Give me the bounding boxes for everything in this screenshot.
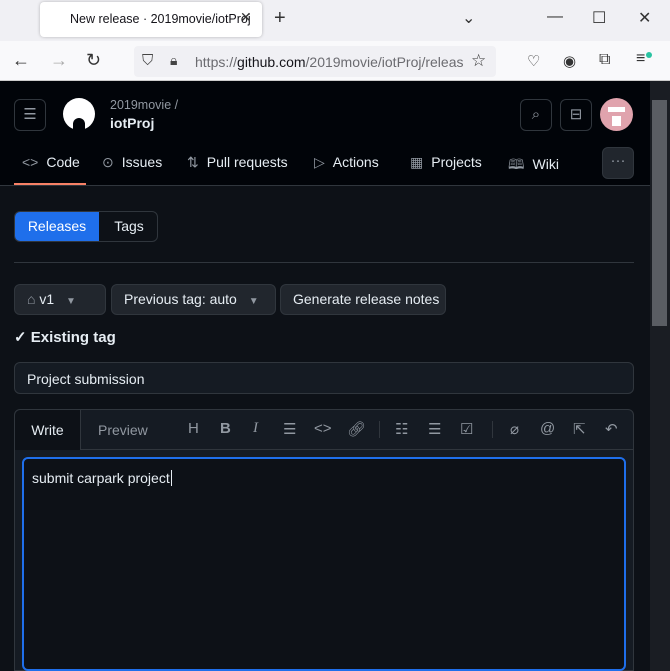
divider	[14, 262, 634, 263]
tag-select-button[interactable]: ⌂ v1 ▼	[14, 284, 106, 315]
italic-icon[interactable]: I	[253, 420, 258, 437]
quote-icon[interactable]: ☰	[283, 420, 296, 438]
url-path: /2019movie/iotProj/releases/new	[305, 54, 463, 70]
reload-icon[interactable]: ↻	[86, 50, 101, 71]
tab-actions[interactable]: ▷ Actions	[314, 154, 379, 171]
tab-label: Actions	[332, 154, 379, 170]
maximize-icon[interactable]: ☐	[592, 8, 606, 28]
scrollbar-thumb[interactable]	[652, 100, 667, 326]
extensions-icon[interactable]: ⧉	[599, 51, 610, 69]
tab-label: Wiki	[532, 156, 559, 172]
tab-label: Projects	[431, 154, 482, 170]
toolbar-separator	[492, 421, 493, 438]
unordered-list-icon[interactable]: ☰	[428, 420, 441, 438]
active-tab-underline	[14, 183, 86, 185]
tab-title: New release · 2019movie/iotProj	[70, 12, 251, 26]
tab-list-icon[interactable]: ⌄	[462, 8, 475, 28]
tag-status: ✓ Existing tag	[14, 328, 116, 346]
table-icon: ▦	[410, 154, 424, 170]
caret-down-icon: ▼	[66, 296, 76, 307]
tab-code[interactable]: <> Code	[22, 154, 80, 170]
code-icon: <>	[22, 154, 39, 170]
search-button[interactable]: ⌕	[520, 99, 552, 131]
tab-label: Pull requests	[206, 154, 288, 170]
toolbar-separator	[379, 421, 380, 438]
inbox-button[interactable]: ⊟	[560, 99, 592, 131]
repo-name-link[interactable]: iotProj	[110, 115, 154, 131]
pull-request-icon: ⇅	[187, 154, 199, 170]
more-tabs-button[interactable]: ···	[602, 147, 634, 179]
menu-icon[interactable]: ≡	[636, 50, 645, 68]
book-icon: 🕮	[508, 156, 525, 172]
shield-icon[interactable]: ⛉	[142, 52, 153, 69]
release-body-textarea[interactable]: submit carpark project	[22, 457, 626, 671]
tab-pull-requests[interactable]: ⇅ Pull requests	[187, 154, 288, 171]
text-cursor	[170, 470, 172, 486]
editor-divider	[81, 449, 633, 450]
bookmark-star-icon[interactable]: ☆	[471, 51, 486, 71]
tag-status-label: Existing tag	[30, 329, 116, 346]
url-domain: github.com	[237, 54, 306, 70]
generate-release-notes-button[interactable]: Generate release notes	[280, 284, 446, 315]
browser-tab[interactable]: New release · 2019movie/iotProj	[40, 2, 262, 37]
bold-icon[interactable]: B	[220, 420, 231, 437]
lock-icon[interactable]: 🔒︎	[170, 52, 177, 69]
code-icon[interactable]: <>	[314, 420, 332, 437]
repo-owner-link[interactable]: 2019movie /	[110, 98, 178, 112]
tags-tab[interactable]: Tags	[99, 212, 157, 241]
avatar[interactable]	[600, 98, 633, 131]
pocket-icon[interactable]: ♡	[527, 52, 540, 70]
new-tab-icon[interactable]: +	[274, 7, 286, 30]
issue-icon: ⊙	[102, 154, 114, 170]
preview-tab[interactable]: Preview	[98, 422, 148, 438]
write-tab[interactable]: Write	[15, 410, 81, 450]
url-prefix: https://	[195, 54, 238, 70]
check-icon: ✓	[14, 329, 31, 346]
close-tab-icon[interactable]: ✕	[240, 9, 252, 26]
tab-issues[interactable]: ⊙ Issues	[102, 154, 162, 171]
close-window-icon[interactable]: ✕	[638, 8, 651, 28]
update-dot	[646, 52, 652, 58]
back-icon[interactable]: ←	[12, 50, 30, 71]
url-text[interactable]: https://github.com/2019movie/iotProj/rel…	[195, 54, 463, 70]
releases-tab[interactable]: Releases	[15, 212, 99, 241]
github-logo-icon[interactable]	[63, 98, 95, 130]
undo-icon[interactable]: ↶	[605, 420, 618, 438]
minimize-icon[interactable]: —	[547, 8, 563, 26]
release-body-text: submit carpark project	[32, 470, 170, 486]
tab-label: Issues	[121, 154, 163, 170]
task-list-icon[interactable]: ☑	[460, 420, 473, 438]
forward-icon[interactable]: →	[50, 50, 68, 71]
link-icon[interactable]: 🔗︎	[347, 420, 366, 438]
heading-icon[interactable]: H	[188, 420, 199, 437]
hamburger-menu-button[interactable]: ☰	[14, 99, 46, 131]
play-icon: ▷	[314, 154, 325, 170]
tab-projects[interactable]: ▦ Projects	[410, 154, 482, 171]
previous-tag-label: Previous tag: auto	[124, 291, 237, 307]
ordered-list-icon[interactable]: ☷	[395, 420, 408, 438]
previous-tag-button[interactable]: Previous tag: auto ▼	[111, 284, 276, 315]
account-icon[interactable]: ◉	[563, 52, 576, 70]
release-title-input[interactable]: Project submission	[14, 362, 634, 394]
attach-icon[interactable]: ⌀	[510, 420, 519, 438]
mention-icon[interactable]: @	[540, 420, 555, 437]
tag-value: v1	[39, 291, 55, 307]
tab-wiki[interactable]: 🕮 Wiki	[508, 154, 559, 178]
tab-label: Code	[46, 154, 80, 170]
caret-down-icon: ▼	[248, 296, 259, 307]
releases-tags-toggle: Releases Tags	[14, 211, 158, 242]
tag-icon: ⌂	[27, 291, 40, 307]
reference-icon[interactable]: ⇱	[573, 420, 586, 438]
